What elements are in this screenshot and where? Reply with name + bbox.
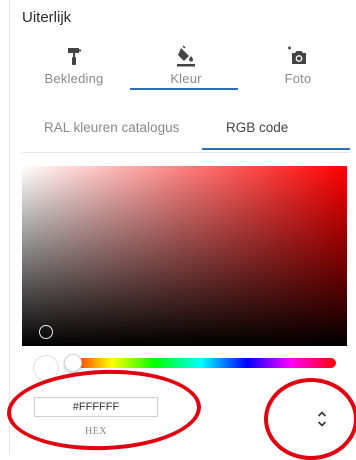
active-tab-indicator	[130, 88, 238, 90]
tab-bekleding[interactable]: Bekleding	[22, 44, 126, 92]
tab-rgb-code[interactable]: RGB code	[226, 120, 288, 135]
color-source-tabs: RAL kleuren catalogus RGB code	[22, 112, 350, 152]
add-photo-icon	[246, 44, 350, 68]
tab-ral-catalogus[interactable]: RAL kleuren catalogus	[44, 120, 179, 135]
tab-kleur-label: Kleur	[170, 71, 202, 86]
paint-bucket-icon	[134, 44, 238, 68]
tab-bekleding-label: Bekleding	[44, 71, 104, 86]
subtab-divider	[22, 152, 350, 153]
hex-label: HEX	[84, 426, 108, 437]
paint-roller-icon	[22, 44, 126, 68]
hue-slider[interactable]	[66, 358, 336, 368]
main-tab-bar: Bekleding Kleur Foto	[22, 44, 350, 92]
saturation-value-area[interactable]	[22, 166, 347, 346]
panel-title: Uiterlijk	[22, 9, 72, 26]
tab-kleur[interactable]: Kleur	[134, 44, 238, 92]
color-preview-swatch	[33, 355, 59, 381]
active-subtab-indicator	[202, 148, 350, 150]
hue-slider-thumb[interactable]	[64, 354, 82, 372]
saturation-value-handle[interactable]	[39, 325, 53, 339]
color-format-toggle[interactable]	[314, 408, 330, 430]
tab-foto[interactable]: Foto	[246, 44, 350, 92]
tab-foto-label: Foto	[284, 71, 312, 86]
hex-input[interactable]	[34, 397, 158, 417]
panel-left-border	[9, 0, 10, 454]
chevron-up-down-icon	[314, 411, 330, 434]
annotation-circle-toggle	[264, 378, 356, 460]
